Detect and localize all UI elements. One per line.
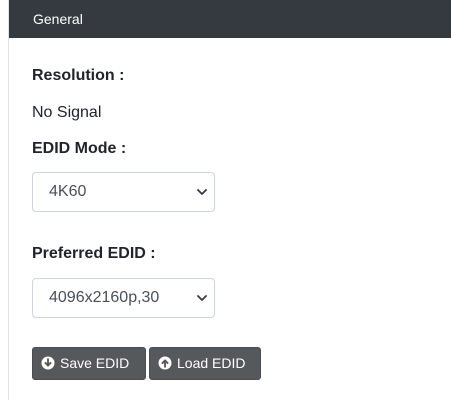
edid-mode-selected-value: 4K60	[49, 183, 87, 200]
chevron-down-icon	[197, 189, 207, 195]
resolution-label: Resolution :	[32, 67, 125, 84]
preferred-edid-selected-value: 4096x2160p,30	[49, 289, 160, 306]
preferred-edid-select[interactable]: 4096x2160p,30	[32, 278, 215, 318]
circle-arrow-up-icon	[158, 356, 172, 370]
edid-mode-select[interactable]: 4K60	[32, 172, 215, 212]
resolution-value: No Signal	[32, 104, 102, 121]
general-panel: General Resolution : No Signal EDID Mode…	[8, 0, 451, 400]
load-edid-button[interactable]: Load EDID	[149, 347, 261, 380]
preferred-edid-label: Preferred EDID :	[32, 245, 156, 262]
circle-arrow-down-icon	[41, 356, 55, 370]
chevron-down-icon	[197, 295, 207, 301]
panel-title: General	[33, 11, 83, 27]
load-edid-label: Load EDID	[177, 355, 246, 371]
save-edid-button[interactable]: Save EDID	[32, 347, 146, 380]
edid-mode-label: EDID Mode :	[32, 140, 127, 157]
save-edid-label: Save EDID	[60, 355, 130, 371]
panel-header: General	[9, 0, 451, 38]
